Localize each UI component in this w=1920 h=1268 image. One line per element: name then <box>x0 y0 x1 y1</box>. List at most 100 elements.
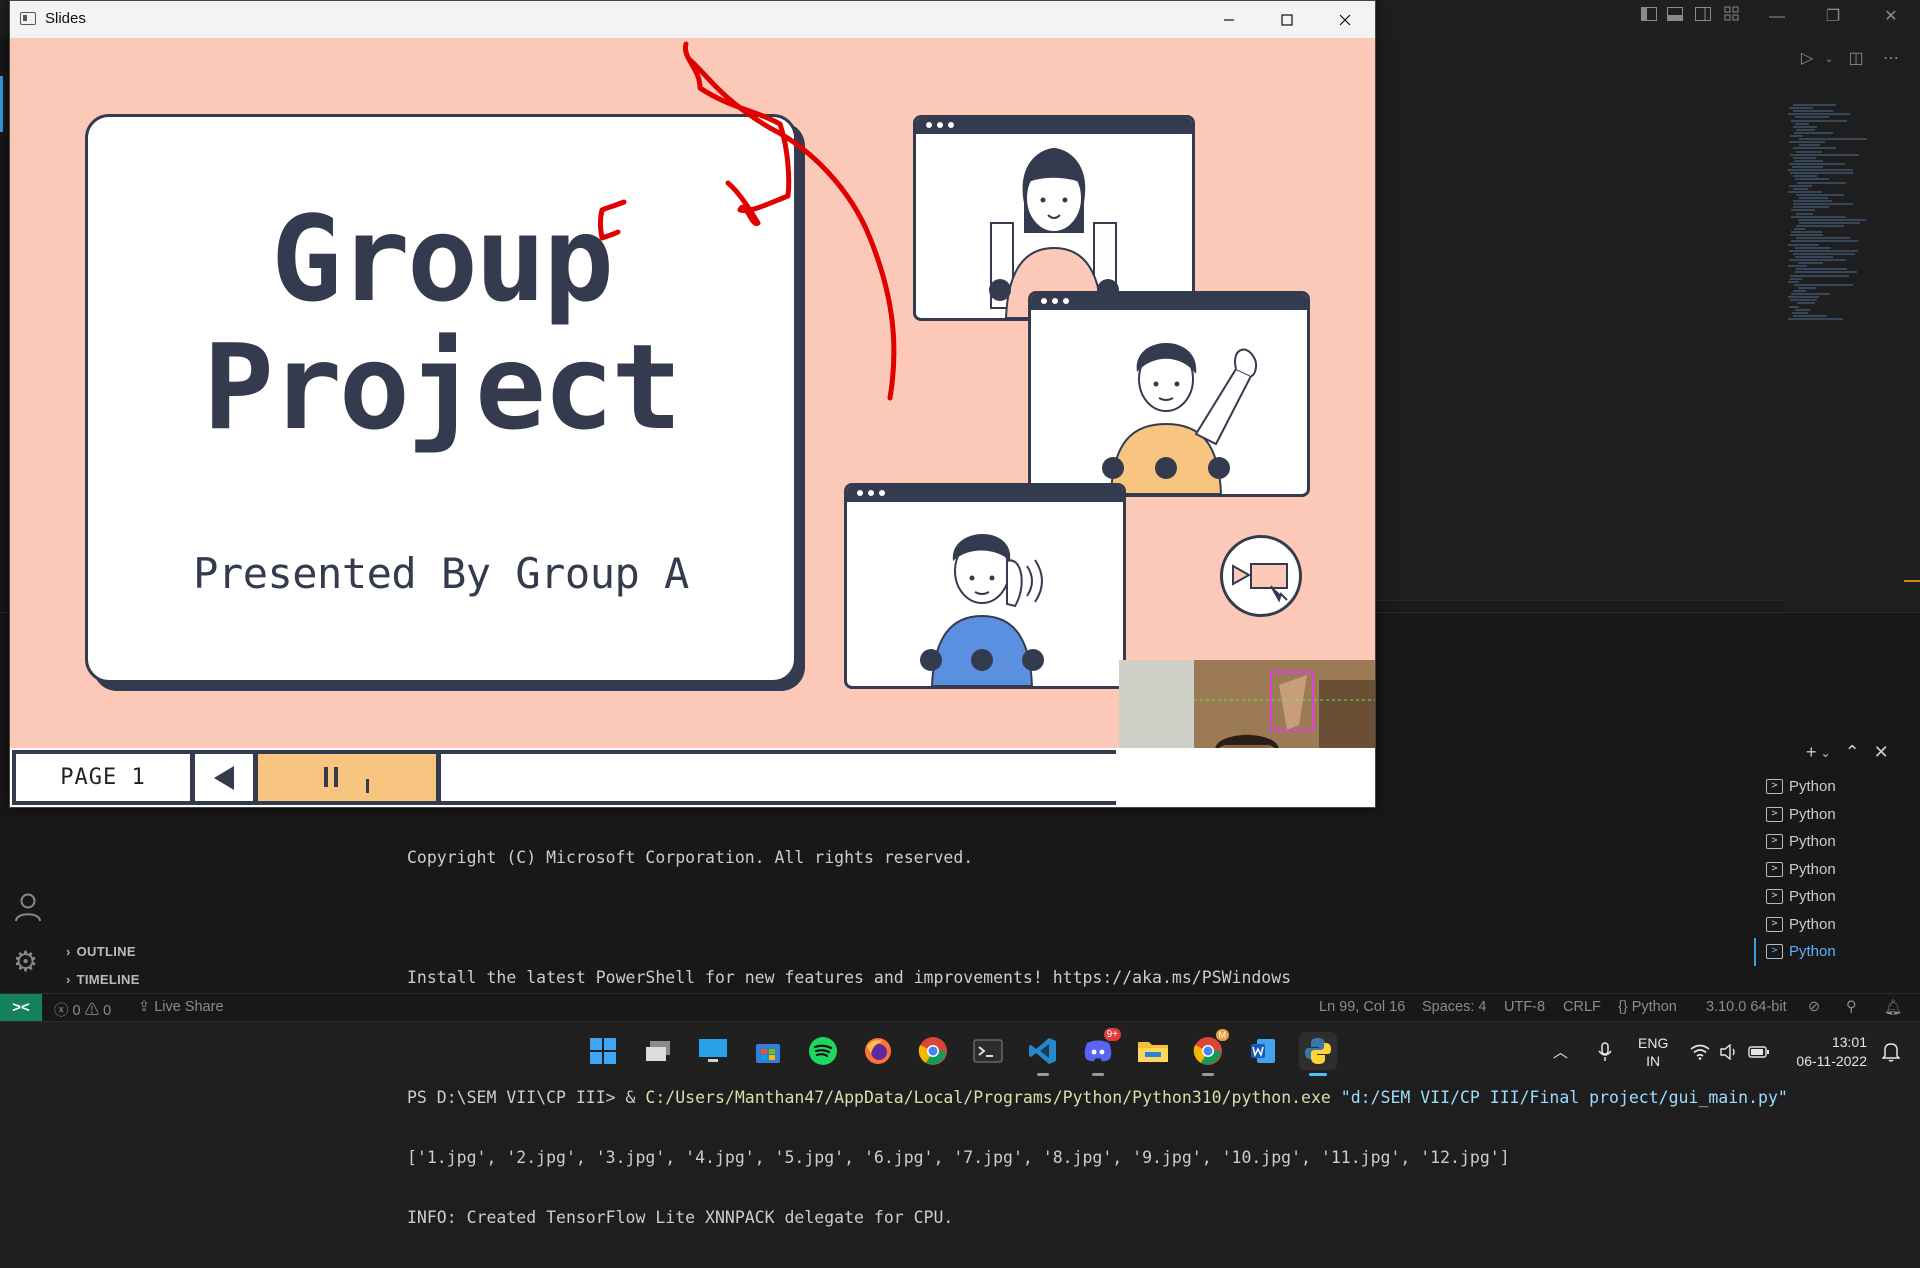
live-share-button[interactable]: ⇪ Live Share <box>138 999 224 1015</box>
minimap-line <box>1796 150 1822 153</box>
terminal-instance[interactable]: > Python <box>1766 773 1916 801</box>
task-view-icon <box>646 1041 670 1061</box>
desktop-app-button[interactable] <box>694 1032 732 1070</box>
more-actions-icon[interactable]: ⋯ <box>1880 48 1902 70</box>
pause-button[interactable] <box>258 754 436 801</box>
terminal-instance[interactable]: > Python <box>1766 828 1916 856</box>
language-label: Python <box>1631 999 1677 1015</box>
word-button[interactable] <box>1244 1032 1282 1070</box>
eol-status[interactable]: CRLF <box>1563 999 1601 1015</box>
start-button[interactable] <box>584 1032 622 1070</box>
terminal-instance[interactable]: > Python <box>1754 938 1916 966</box>
microphone-icon[interactable] <box>1598 1022 1612 1081</box>
cursor-position[interactable]: Ln 99, Col 16 <box>1319 999 1405 1015</box>
toggle-secondary-sidebar-icon[interactable] <box>1692 6 1714 28</box>
file-explorer-button[interactable] <box>1134 1032 1172 1070</box>
terminal-line: Copyright (C) Microsoft Corporation. All… <box>407 848 974 867</box>
minimap-line <box>1799 197 1828 199</box>
notifications-icon[interactable]: 🔔︎ <box>1884 999 1902 1016</box>
store-button[interactable] <box>749 1032 787 1070</box>
warning-count: 0 <box>103 1003 112 1019</box>
terminal-icon: > <box>1766 944 1783 960</box>
minimap-line <box>1794 228 1805 230</box>
maximize-panel-icon[interactable]: ⌃ <box>1845 742 1860 763</box>
minimap-line <box>1788 317 1843 320</box>
discord-icon <box>1084 1040 1112 1062</box>
slides-titlebar[interactable]: Slides <box>10 1 1375 38</box>
gear-icon[interactable]: ⚙ <box>13 945 38 978</box>
problems-status[interactable]: ⓧ 0 ⚠ 0 <box>54 999 111 1020</box>
run-dropdown-icon[interactable]: ⌄ <box>1818 48 1840 70</box>
minimap-line <box>1798 286 1816 289</box>
minimap-line <box>1788 169 1853 172</box>
run-icon[interactable]: ▷ <box>1796 48 1818 70</box>
split-editor-icon[interactable]: ◫ <box>1845 48 1867 70</box>
minimap-line <box>1796 212 1813 215</box>
minimap-line <box>1788 265 1807 268</box>
show-hidden-icons-button[interactable]: ︿ <box>1553 1022 1568 1081</box>
terminal-line: Install the latest PowerShell for new fe… <box>407 968 1292 987</box>
minimap-line <box>1795 178 1829 181</box>
chrome-profile-button[interactable]: M <box>1189 1029 1229 1076</box>
toggle-primary-sidebar-icon[interactable] <box>1638 6 1660 28</box>
terminal-instance-label: Python <box>1789 805 1836 823</box>
timeline-section[interactable]: › TIMELINE <box>66 972 140 987</box>
new-terminal-icon[interactable]: + <box>1806 742 1817 763</box>
minimap-line <box>1793 104 1836 106</box>
python-icon <box>1305 1038 1331 1064</box>
terminal-icon: > <box>1766 889 1783 905</box>
python-button[interactable] <box>1299 1032 1337 1076</box>
quick-settings[interactable] <box>1690 1022 1770 1081</box>
minimap-line <box>1793 147 1836 150</box>
minimize-button[interactable] <box>1200 1 1258 38</box>
vscode-close-icon[interactable]: ✕ <box>1880 6 1902 28</box>
interpreter-status[interactable]: 3.10.0 64-bit <box>1706 999 1787 1015</box>
slide-progress-track <box>441 754 1116 801</box>
terminal-dropdown-icon[interactable]: ⌄ <box>1821 746 1831 763</box>
terminal-output-line: ['1.jpg', '2.jpg', '3.jpg', '4.jpg', '5.… <box>407 1148 1510 1167</box>
close-button[interactable] <box>1316 1 1374 38</box>
customize-layout-icon[interactable] <box>1720 6 1742 28</box>
slide-canvas[interactable]: Group Project Presented By Group A <box>10 38 1375 748</box>
indentation-status[interactable]: Spaces: 4 <box>1422 999 1487 1015</box>
task-view-button[interactable] <box>639 1032 677 1070</box>
outline-section[interactable]: › OUTLINE <box>66 944 136 959</box>
terminal-list: > Python > Python > Python > Python > Python > Pyth… <box>1754 773 1916 966</box>
remote-icon[interactable]: >< <box>0 994 42 1022</box>
accounts-status-icon[interactable]: ⚲ <box>1846 999 1857 1015</box>
chrome-button[interactable] <box>914 1032 952 1070</box>
vscode-button[interactable] <box>1024 1032 1062 1076</box>
notification-center-icon[interactable] <box>1882 1022 1900 1081</box>
copilot-icon[interactable]: ⊘ <box>1808 999 1820 1015</box>
vscode-restore-icon[interactable]: ❐ <box>1822 6 1844 28</box>
firefox-button[interactable] <box>859 1032 897 1070</box>
minimize-icon <box>1224 18 1234 21</box>
close-panel-icon[interactable]: ✕ <box>1874 742 1889 763</box>
minimap-line <box>1789 249 1858 252</box>
discord-button[interactable]: 9+ <box>1079 1028 1121 1076</box>
clock[interactable]: 13:01 06-11-2022 <box>1775 1022 1867 1081</box>
terminal-instance[interactable]: > Python <box>1766 911 1916 939</box>
chrome-icon <box>1193 1037 1222 1065</box>
terminal-instance[interactable]: > Python <box>1766 856 1916 884</box>
language-indicator[interactable]: ENG IN <box>1638 1022 1668 1081</box>
spotify-button[interactable] <box>804 1032 842 1070</box>
minimap-line <box>1796 268 1847 271</box>
presentation-controls: PAGE 1 <box>12 750 1116 805</box>
terminal-button[interactable] <box>969 1032 1007 1070</box>
vscode-minimize-icon[interactable]: — <box>1766 6 1788 28</box>
terminal-instance[interactable]: > Python <box>1766 801 1916 829</box>
minimap-line <box>1795 122 1809 125</box>
account-icon[interactable] <box>14 892 42 922</box>
word-icon <box>1251 1039 1275 1063</box>
maximize-button[interactable] <box>1258 1 1316 38</box>
minimap[interactable] <box>1788 104 1903 324</box>
live-share-label: Live Share <box>154 999 224 1015</box>
prev-slide-button[interactable] <box>195 754 253 801</box>
discord-badge: 9+ <box>1103 1028 1121 1041</box>
encoding-status[interactable]: UTF-8 <box>1504 999 1545 1015</box>
toggle-panel-icon[interactable] <box>1664 6 1686 28</box>
clock-date: 06-11-2022 <box>1796 1052 1867 1069</box>
terminal-instance[interactable]: > Python <box>1766 883 1916 911</box>
language-mode[interactable]: {} Python <box>1618 999 1677 1015</box>
